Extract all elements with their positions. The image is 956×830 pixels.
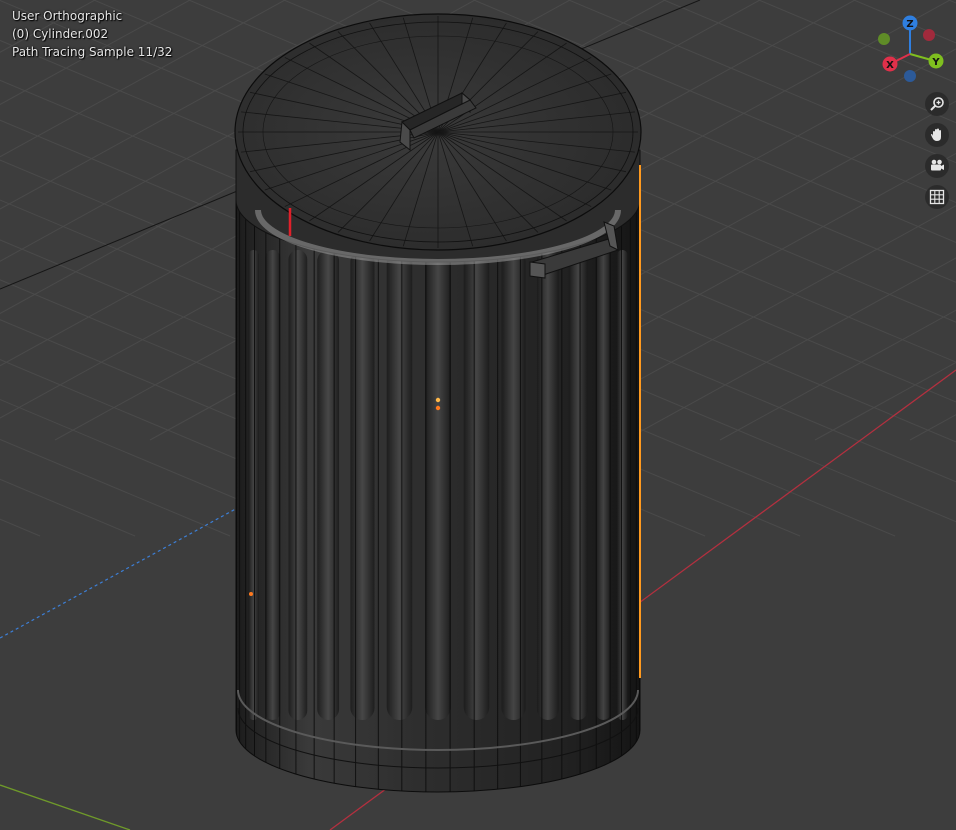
neg-z-axis-dot xyxy=(904,70,916,82)
ortho-toggle-button[interactable] xyxy=(925,185,949,209)
navigation-gizmo[interactable]: Z Y X xyxy=(870,12,950,92)
zoom-button[interactable] xyxy=(925,92,949,116)
neg-y-axis-dot xyxy=(878,33,890,45)
zoom-icon xyxy=(930,97,944,111)
camera-icon xyxy=(931,159,944,171)
x-axis-label: X xyxy=(886,60,894,71)
view-name: User Orthographic xyxy=(12,9,123,23)
hand-pan-icon xyxy=(930,128,941,141)
3d-viewport[interactable]: User Orthographic (0) Cylinder.002 Path … xyxy=(0,0,956,830)
y-axis-line xyxy=(0,784,131,830)
pan-button[interactable] xyxy=(925,123,949,147)
y-axis-label: Y xyxy=(931,57,940,68)
origin-dot xyxy=(435,397,441,403)
z-axis-label: Z xyxy=(906,19,913,30)
camera-view-button[interactable] xyxy=(925,154,949,178)
grid-icon xyxy=(929,189,945,205)
viewport-scene xyxy=(0,0,956,830)
trash-can-model xyxy=(234,13,642,793)
origin-dot xyxy=(435,405,441,411)
origin-dot xyxy=(249,592,253,596)
neg-x-axis-dot xyxy=(923,29,935,41)
active-object-name: (0) Cylinder.002 xyxy=(12,27,109,41)
render-status: Path Tracing Sample 11/32 xyxy=(12,45,173,59)
